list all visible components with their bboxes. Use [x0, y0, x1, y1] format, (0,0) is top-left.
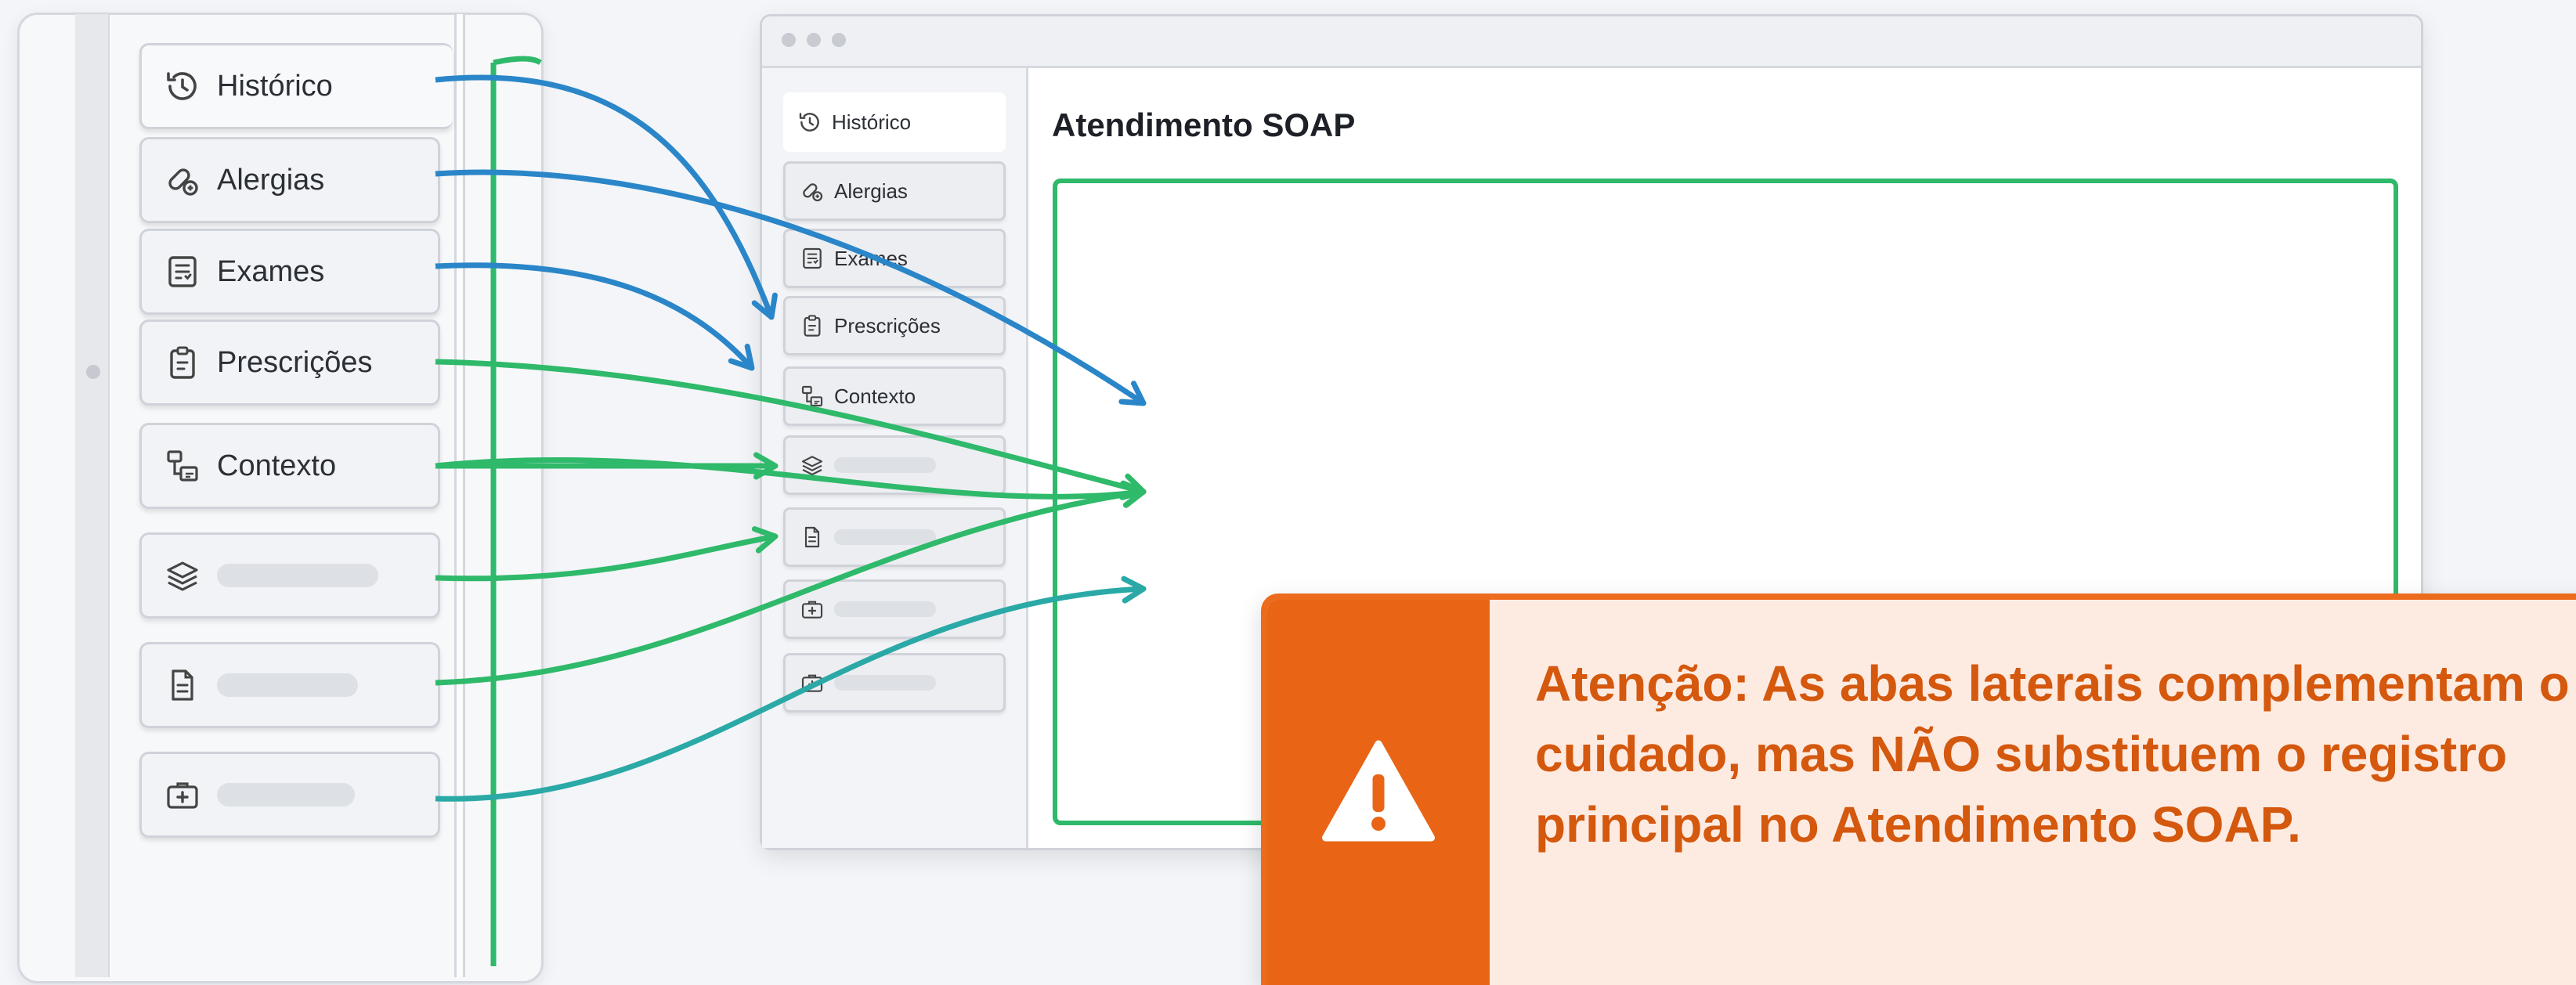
arrow-layers [435, 526, 779, 582]
warning-icon-panel [1267, 600, 1490, 985]
arrow-medical-kit [435, 575, 1147, 802]
arrow-document [435, 481, 1147, 686]
connector-line [493, 56, 542, 66]
warning-callout: Atenção: As abas laterais complementam o… [1261, 594, 2576, 985]
warning-icon [1320, 736, 1437, 850]
arrow-exames [435, 262, 755, 371]
arrow-prescricoes [435, 359, 1147, 500]
warning-text: Atenção: As abas laterais complementam o… [1535, 655, 2570, 853]
